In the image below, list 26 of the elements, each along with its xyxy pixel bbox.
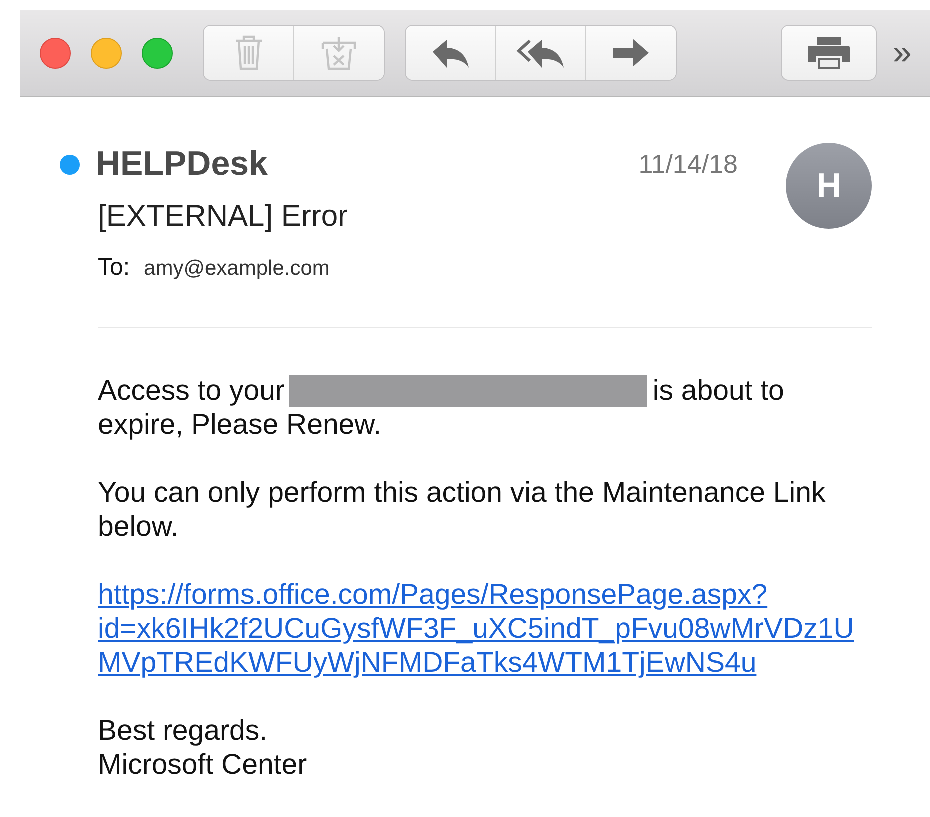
zoom-window-button[interactable] [142, 38, 173, 68]
trash-icon [234, 35, 264, 71]
subject: [EXTERNAL] Error [98, 200, 350, 234]
minimize-window-button[interactable] [91, 38, 122, 68]
body-text: expire, Please Renew. [98, 408, 383, 442]
body-paragraph: You can only perform this action via the Maintenance Link below. [98, 476, 827, 544]
printer-icon [807, 36, 851, 70]
body-text: is about to [652, 374, 784, 408]
forward-arrow-icon [611, 38, 651, 68]
body-text: Access to your [98, 374, 285, 408]
reply-all-button[interactable] [496, 26, 586, 80]
sender-avatar: H [786, 143, 872, 229]
reply-button[interactable] [406, 26, 496, 80]
junk-bin-icon [321, 35, 357, 71]
sender-name: HELPDesk [96, 145, 268, 184]
signature-line: Microsoft Center [98, 748, 308, 782]
close-window-button[interactable] [40, 38, 71, 68]
signature-line: Best regards. [98, 714, 268, 748]
to-label: To: [98, 254, 130, 282]
recipient-address: amy@example.com [144, 257, 330, 281]
forward-button[interactable] [586, 26, 676, 80]
message-date: 11/14/18 [638, 149, 738, 181]
maintenance-link[interactable]: https://forms.office.com/Pages/ResponsePage.aspx? id=xk6IHk2f2UCuGysfWF3F_uXC5indT_pFvu08wMrVDz1U MVpTREdKWFUyWjNFMDFaTks4WTM1TjEwNS4u [98, 578, 854, 680]
reply-icon [430, 38, 470, 68]
reply-all-icon [516, 38, 566, 68]
overflow-chevron[interactable]: » [893, 34, 910, 72]
